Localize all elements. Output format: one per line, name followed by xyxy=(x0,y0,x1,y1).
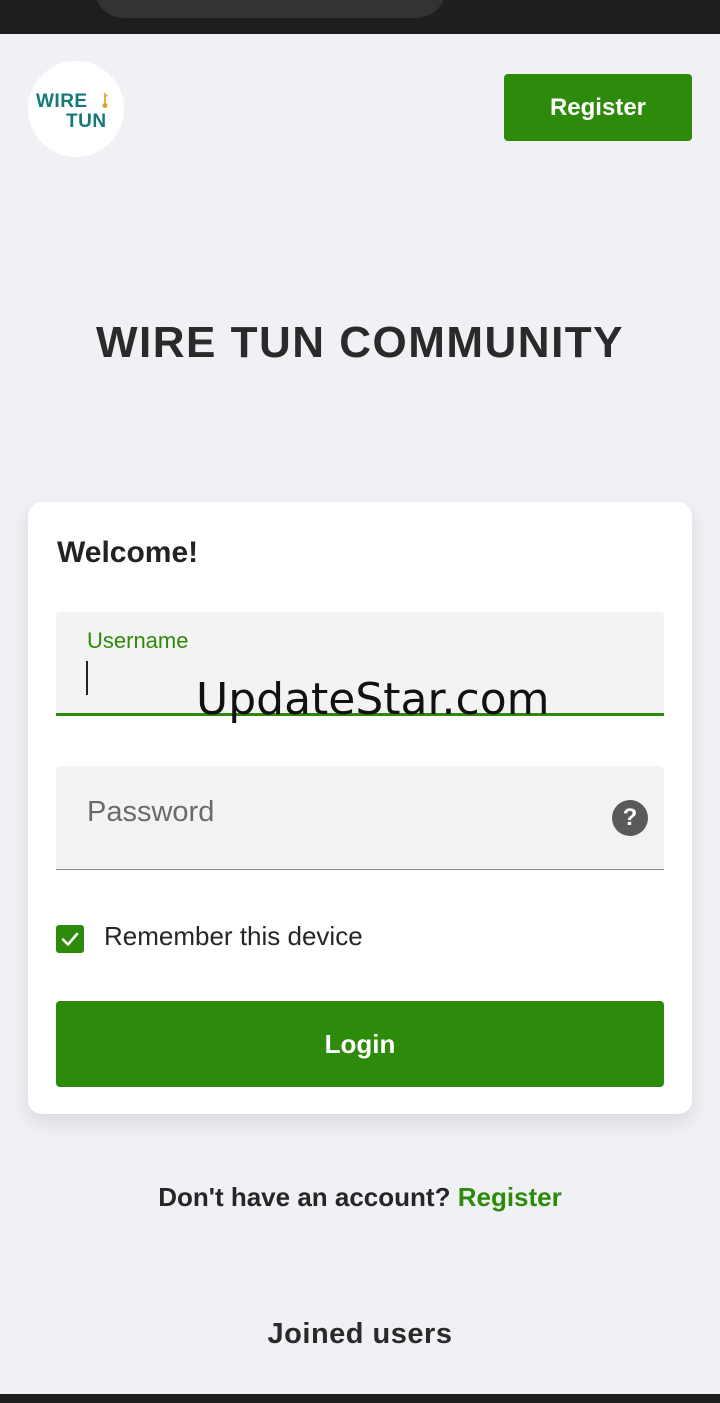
question-circle-icon[interactable]: ? xyxy=(612,800,648,836)
remember-device-row[interactable]: Remember this device xyxy=(56,918,363,954)
brand-logo[interactable]: WIRE TUN xyxy=(28,61,124,157)
status-bar xyxy=(0,0,720,34)
check-icon xyxy=(61,932,79,946)
logo-text-line2: TUN xyxy=(66,111,107,132)
joined-users-heading: Joined users xyxy=(267,1318,453,1350)
watermark-text: UpdateStar.com xyxy=(196,674,550,725)
remember-label: Remember this device xyxy=(104,920,363,951)
register-button[interactable]: Register xyxy=(504,74,692,141)
login-button[interactable]: Login xyxy=(56,1001,664,1087)
login-card: Welcome! Username UpdateStar.com Passwor… xyxy=(28,502,692,1114)
text-caret xyxy=(86,661,88,695)
remember-checkbox[interactable] xyxy=(56,925,84,953)
register-link[interactable]: Register xyxy=(458,1182,562,1212)
welcome-heading: Welcome! xyxy=(57,536,199,569)
password-field[interactable]: Password ? xyxy=(56,766,664,870)
camera-notch xyxy=(94,0,446,18)
login-page: WIRE TUN Register WIRE TUN COMMUNITY Wel… xyxy=(0,34,720,1394)
key-icon xyxy=(102,93,108,108)
register-prompt: Don't have an account? Register xyxy=(0,1182,720,1213)
username-field[interactable]: Username UpdateStar.com xyxy=(56,612,664,725)
no-account-text: Don't have an account? xyxy=(158,1182,451,1212)
page-title: WIRE TUN COMMUNITY xyxy=(95,318,625,367)
bottom-bar xyxy=(0,1394,720,1403)
username-label: Username xyxy=(87,628,189,653)
logo-text-line1: WIRE xyxy=(36,91,88,112)
password-placeholder: Password xyxy=(87,796,215,828)
